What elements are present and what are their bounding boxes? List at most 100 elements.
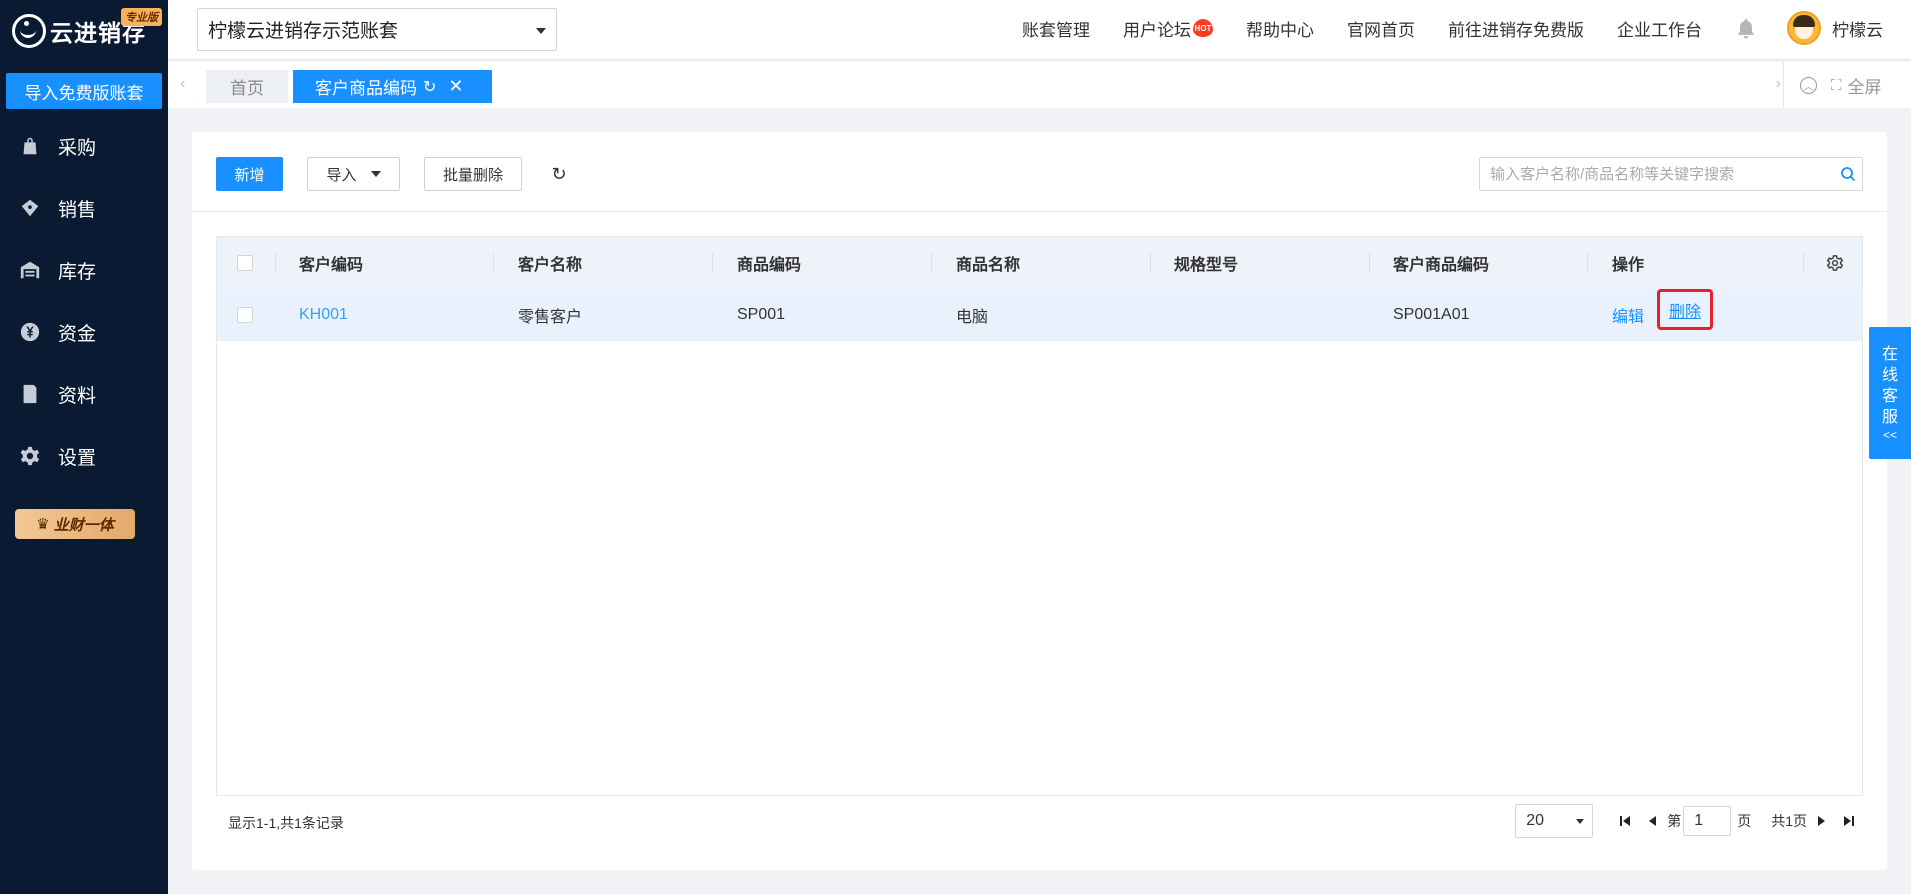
nav-free-version[interactable]: 前往进销存免费版 [1448, 16, 1584, 41]
gear-icon [18, 444, 42, 468]
batch-delete-button[interactable]: 批量删除 [424, 157, 522, 191]
column-header-customer-goods-code[interactable]: 客户商品编码 [1393, 237, 1489, 289]
sidebar-item-sales[interactable]: 销售 [0, 177, 168, 239]
promo-banner[interactable]: ♛ 业财一体 [15, 509, 135, 539]
sidebar-item-inventory[interactable]: 库存 [0, 239, 168, 301]
chevron-down-icon [1576, 819, 1585, 824]
content-card: 新增 导入 批量删除 ↻ 客户编码 客户名称 商品编码 商品名称 规格型号 客户… [192, 132, 1887, 870]
column-header-spec[interactable]: 规格型号 [1174, 237, 1238, 289]
online-service-char: 在 [1881, 346, 1898, 363]
nav-official-site[interactable]: 官网首页 [1347, 16, 1415, 41]
delete-link-highlight[interactable]: 删除 [1657, 289, 1713, 330]
last-page-icon[interactable] [1839, 811, 1859, 831]
prev-page-icon[interactable] [1643, 811, 1663, 831]
sidebar-item-label: 库存 [58, 261, 97, 283]
search-icon[interactable] [1840, 166, 1856, 182]
record-summary: 显示1-1,共1条记录 [228, 815, 344, 831]
customer-goods-code-cell: SP001A01 [1393, 306, 1470, 323]
column-separator [1587, 253, 1588, 273]
first-page-icon[interactable] [1615, 811, 1635, 831]
sidebar-item-settings[interactable]: 设置 [0, 425, 168, 487]
page-size-value: 20 [1526, 812, 1544, 829]
column-header-customer-code[interactable]: 客户编码 [299, 237, 363, 289]
page-prefix: 第 [1667, 813, 1682, 829]
user-name: 柠檬云 [1832, 20, 1883, 40]
account-select[interactable]: 柠檬云进销存示范账套 [197, 8, 557, 51]
column-separator [1150, 253, 1151, 273]
tab-home[interactable]: 首页 [206, 70, 288, 103]
fullscreen-icon[interactable]: ⛶ [1831, 77, 1842, 94]
goods-code-cell: SP001 [737, 306, 786, 323]
add-button[interactable]: 新增 [216, 157, 283, 191]
tab-bar: ‹ 首页 客户商品编码 ↻ ✕ › ︿ ⛶ 全屏 [168, 62, 1911, 108]
bell-icon[interactable] [1735, 16, 1757, 40]
sidebar-item-label: 采购 [58, 137, 97, 159]
document-icon [18, 382, 42, 406]
column-separator [931, 253, 932, 273]
chevron-down-icon [536, 28, 546, 34]
goods-name-cell: 电脑 [956, 309, 989, 326]
column-header-goods-code[interactable]: 商品编码 [737, 237, 801, 289]
column-header-customer-name[interactable]: 客户名称 [518, 237, 582, 289]
toolbar: 新增 导入 批量删除 ↻ [216, 157, 1863, 191]
column-header-actions: 操作 [1612, 257, 1645, 274]
page-number-input[interactable]: 1 [1683, 806, 1732, 836]
divider [192, 211, 1887, 212]
account-select-value: 柠檬云进销存示范账套 [208, 21, 399, 42]
nav-account-management[interactable]: 账套管理 [1022, 16, 1090, 41]
row-checkbox[interactable] [237, 307, 253, 323]
import-dropdown-button[interactable]: 导入 [307, 157, 400, 191]
online-service-button[interactable]: 在 线 客 服 << [1869, 327, 1911, 459]
customer-name-cell: 零售客户 [518, 309, 583, 326]
column-settings-gear-icon[interactable] [1826, 254, 1844, 272]
column-separator [712, 253, 713, 273]
chevron-right-icon[interactable]: › [1776, 75, 1781, 93]
refresh-icon[interactable]: ↻ [423, 77, 436, 97]
nav-user-forum[interactable]: 用户论坛 HOT [1123, 16, 1213, 41]
collapse-up-icon[interactable]: ︿ [1800, 76, 1817, 94]
sidebar-item-funds[interactable]: 资金 [0, 301, 168, 363]
user-menu[interactable]: 柠檬云 [1787, 11, 1883, 45]
sidebar-item-purchase[interactable]: 采购 [0, 115, 168, 177]
promo-label: 业财一体 [53, 516, 114, 534]
sidebar-item-label: 资金 [58, 323, 97, 345]
tab-customer-goods-code[interactable]: 客户商品编码 ↻ ✕ [293, 70, 492, 103]
tab-tools: ︿ ⛶ 全屏 [1783, 62, 1911, 108]
search-box [1479, 157, 1863, 191]
table-header: 客户编码 客户名称 商品编码 商品名称 规格型号 客户商品编码 操作 [217, 237, 1862, 289]
logo[interactable]: 云进销存 专业版 [0, 0, 168, 62]
import-free-account-button[interactable]: 导入免费版账套 [6, 73, 162, 109]
edition-badge: 专业版 [121, 8, 162, 26]
edit-link[interactable]: 编辑 [1612, 289, 1644, 341]
avatar [1787, 11, 1821, 45]
delete-link[interactable]: 删除 [1669, 298, 1701, 322]
topbar: 柠檬云进销存示范账套 账套管理 用户论坛 HOT 帮助中心 官网首页 前往进销存… [168, 0, 1911, 60]
select-all-checkbox[interactable] [237, 255, 253, 271]
yen-coin-icon [18, 320, 42, 344]
next-page-icon[interactable] [1811, 811, 1831, 831]
close-icon[interactable]: ✕ [448, 76, 463, 97]
refresh-icon[interactable]: ↻ [542, 157, 576, 191]
top-nav: 账套管理 用户论坛 HOT 帮助中心 官网首页 前往进销存免费版 企业工作台 柠… [989, 0, 1911, 56]
nav-help-center[interactable]: 帮助中心 [1246, 16, 1314, 41]
tab-label: 客户商品编码 [315, 79, 417, 98]
sidebar-item-label: 资料 [58, 385, 97, 407]
sidebar-item-label: 销售 [58, 199, 97, 221]
column-separator [275, 253, 276, 273]
sidebar-item-data[interactable]: 资料 [0, 363, 168, 425]
column-header-goods-name[interactable]: 商品名称 [956, 237, 1020, 289]
total-pages: 共1页 [1771, 813, 1807, 829]
fullscreen-label[interactable]: 全屏 [1848, 73, 1882, 98]
warehouse-icon [18, 258, 42, 282]
customer-code-link[interactable]: KH001 [299, 289, 348, 341]
nav-enterprise-workbench[interactable]: 企业工作台 [1617, 16, 1702, 41]
sidebar-item-label: 设置 [58, 447, 97, 469]
table-row[interactable]: KH001 零售客户 SP001 电脑 SP001A01 编辑 删除 [217, 289, 1862, 341]
page-size-select[interactable]: 20 [1515, 804, 1594, 838]
chevron-left-icon[interactable]: ‹ [180, 75, 185, 93]
shopping-bag-icon [18, 134, 42, 158]
sidebar: 云进销存 专业版 导入免费版账套 采购 销售 库存 资金 资料 设置 ♛ 业财一… [0, 0, 168, 894]
search-input[interactable] [1480, 158, 1820, 190]
nav-user-forum-label: 用户论坛 [1123, 20, 1191, 40]
column-separator [1369, 253, 1370, 273]
